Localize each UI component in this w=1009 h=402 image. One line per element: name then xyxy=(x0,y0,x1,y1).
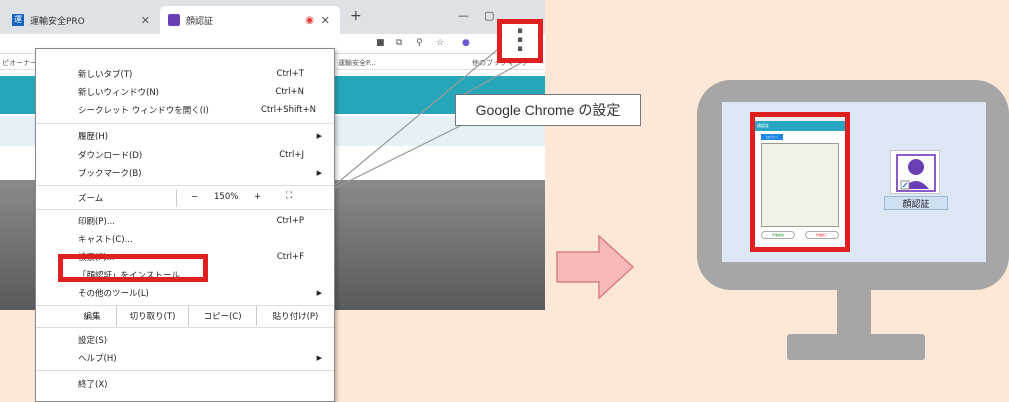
menu-label: 新しいタブ(T) xyxy=(78,70,133,80)
zoom-in-button[interactable]: + xyxy=(254,192,261,202)
maximize-icon[interactable]: ▢ xyxy=(484,9,494,22)
new-tab-icon[interactable]: + xyxy=(350,8,362,24)
menu-shortcut: Ctrl+Shift+N xyxy=(260,105,316,115)
right-arrow-icon xyxy=(556,234,635,300)
chevron-right-icon: ▶ xyxy=(316,354,322,362)
bookmark-item[interactable]: 運輸安全P... xyxy=(338,58,376,68)
app-camera-area xyxy=(761,143,839,227)
camera-icon[interactable]: ■ xyxy=(376,38,385,48)
app-login-button[interactable]: ログイン xyxy=(761,134,783,140)
menu-label: ブックマーク(B) xyxy=(78,169,142,179)
desktop-icon-label: 顔認証 xyxy=(884,196,948,210)
menu-item-more-tools[interactable]: その他のツール(L) ▶ xyxy=(36,284,334,302)
menu-item-help[interactable]: ヘルプ(H) ▶ xyxy=(36,349,334,367)
tab-bar: 運 運輸安全PRO ✕ 顔認証 ◉ ✕ + — ▢ xyxy=(0,0,545,34)
menu-item-cast[interactable]: キャスト(C)... xyxy=(36,230,334,248)
menu-label: 履歴(H) xyxy=(78,132,109,142)
star-icon[interactable]: ☆ xyxy=(436,38,444,48)
close-icon[interactable]: ✕ xyxy=(321,14,330,27)
fullscreen-icon[interactable]: ⛶ xyxy=(286,191,292,201)
menu-item-print[interactable]: 印刷(P)... Ctrl+P xyxy=(36,212,334,230)
menu-label: 新しいウィンドウ(N) xyxy=(78,88,159,98)
menu-separator xyxy=(36,209,334,210)
cut-button[interactable]: 切り取り(T) xyxy=(116,306,188,326)
menu-item-bookmarks[interactable]: ブックマーク(B) ▶ xyxy=(36,164,334,182)
menu-shortcut: Ctrl+J xyxy=(279,150,304,160)
chevron-right-icon: ▶ xyxy=(316,132,322,140)
monitor-stand xyxy=(787,334,925,360)
menu-label: ヘルプ(H) xyxy=(78,354,117,364)
unyu-favicon-icon: 運 xyxy=(12,14,24,26)
menu-separator xyxy=(36,327,334,328)
menu-shortcut: Ctrl+F xyxy=(276,252,304,262)
menu-label: ダウンロード(D) xyxy=(78,151,143,161)
edit-row: 編集 切り取り(T) コピー(C) 貼り付け(P) xyxy=(36,306,334,326)
chrome-menu-button[interactable]: · · · xyxy=(497,19,543,63)
menu-shortcut: Ctrl+T xyxy=(276,69,304,79)
menu-shortcut: Ctrl+P xyxy=(276,216,304,226)
copy-button[interactable]: コピー(C) xyxy=(188,306,256,326)
installed-app-window: 顔認証 ログイン 作業開始 作業終了 xyxy=(750,112,850,252)
tab-label: 顔認証 xyxy=(186,16,214,27)
menu-separator xyxy=(36,123,334,124)
chevron-right-icon: ▶ xyxy=(316,169,322,177)
menu-separator xyxy=(36,185,334,186)
menu-item-incognito[interactable]: シークレット ウィンドウを開く(I) Ctrl+Shift+N xyxy=(36,101,334,119)
person-icon xyxy=(896,154,936,192)
tab-label: 運輸安全PRO xyxy=(30,16,85,27)
extension-icon[interactable]: ● xyxy=(462,38,470,48)
menu-item-new-window[interactable]: 新しいウィンドウ(N) Ctrl+N xyxy=(36,83,334,101)
menu-label: その他のツール(L) xyxy=(78,289,149,299)
minimize-icon[interactable]: — xyxy=(458,9,469,22)
menu-label: 設定(S) xyxy=(78,336,108,346)
chevron-right-icon: ▶ xyxy=(316,289,322,297)
paste-button[interactable]: 貼り付け(P) xyxy=(256,306,334,326)
edit-label: 編集 xyxy=(83,312,101,322)
face-auth-favicon-icon xyxy=(168,14,180,26)
zoom-out-button[interactable]: − xyxy=(191,192,198,202)
monitor-neck xyxy=(837,290,871,334)
tab-unyu[interactable]: 運 運輸安全PRO ✕ xyxy=(0,6,160,34)
menu-item-exit[interactable]: 終了(X) xyxy=(36,375,334,393)
menu-label: 終了(X) xyxy=(78,380,108,390)
menu-item-new-tab[interactable]: 新しいタブ(T) Ctrl+T xyxy=(36,65,334,83)
app-start-button[interactable]: 作業開始 xyxy=(761,231,795,239)
menu-item-history[interactable]: 履歴(H) ▶ xyxy=(36,127,334,145)
menu-item-downloads[interactable]: ダウンロード(D) Ctrl+J xyxy=(36,146,334,164)
menu-shortcut: Ctrl+N xyxy=(275,87,304,97)
tab-face-auth[interactable]: 顔認証 ◉ ✕ xyxy=(160,6,340,34)
share-icon[interactable]: ⧉ xyxy=(396,38,402,48)
menu-label: キャスト(C)... xyxy=(78,235,133,245)
zoom-icon[interactable]: ⚲ xyxy=(416,38,423,48)
chrome-menu: 新しいタブ(T) Ctrl+T 新しいウィンドウ(N) Ctrl+N シークレット … xyxy=(35,48,335,402)
menu-label: ズーム xyxy=(78,194,104,204)
zoom-level: 150% xyxy=(214,192,239,202)
face-auth-desktop-icon[interactable] xyxy=(890,150,940,194)
bookmark-item[interactable]: ピオーナー xyxy=(2,58,37,68)
more-vert-icon: · · · xyxy=(515,17,525,63)
app-end-button[interactable]: 作業終了 xyxy=(805,231,839,239)
recording-icon: ◉ xyxy=(305,14,314,26)
install-highlight xyxy=(58,254,208,282)
menu-item-settings[interactable]: 設定(S) xyxy=(36,331,334,349)
app-header: 顔認証 xyxy=(755,121,845,131)
menu-label: シークレット ウィンドウを開く(I) xyxy=(78,106,209,116)
menu-label: 印刷(P)... xyxy=(78,217,115,227)
menu-separator xyxy=(36,370,334,371)
chrome-settings-tooltip: Google Chrome の設定 xyxy=(455,94,641,126)
close-icon[interactable]: ✕ xyxy=(141,14,150,27)
